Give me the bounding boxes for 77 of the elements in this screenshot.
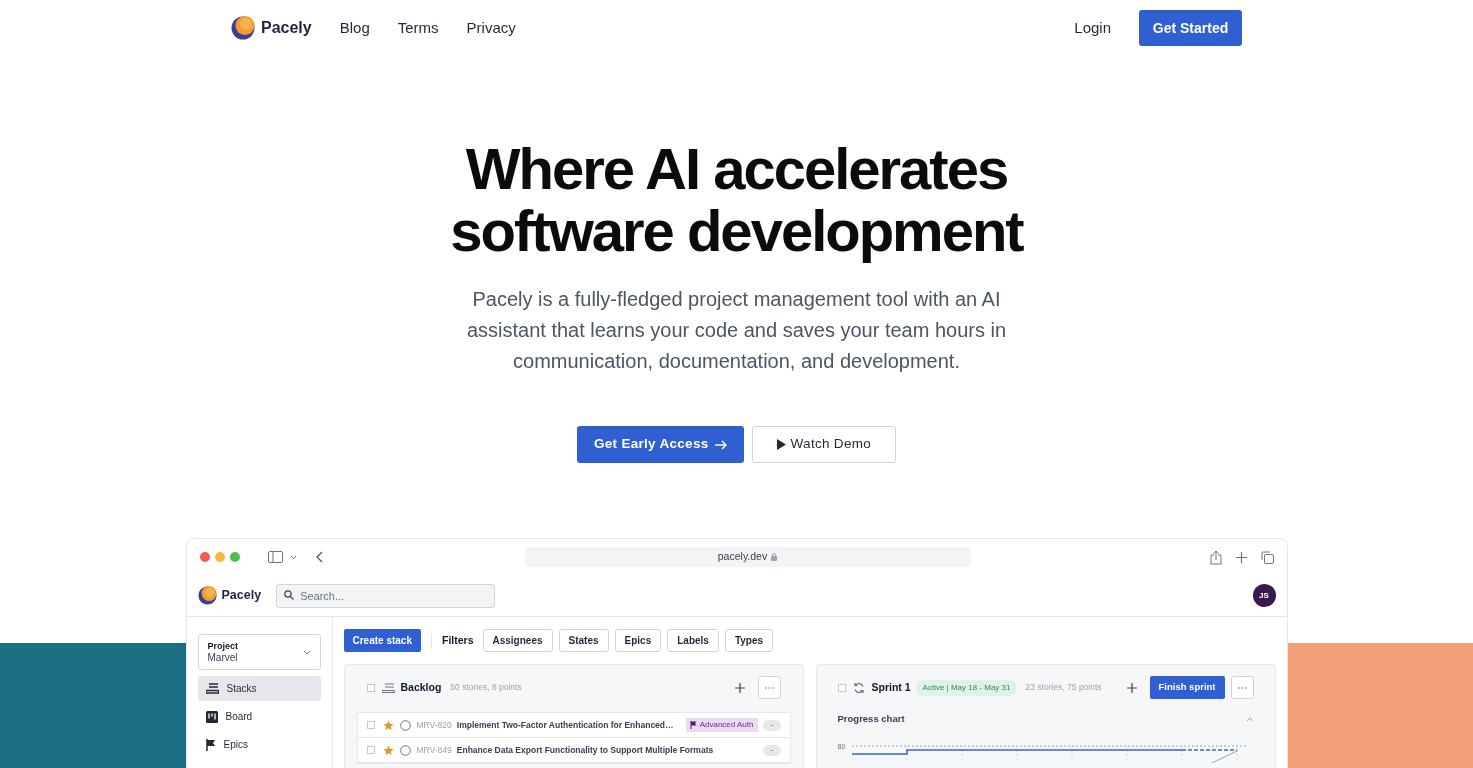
play-icon	[776, 439, 786, 450]
back-icon[interactable]	[315, 551, 323, 563]
filter-button[interactable]: Epics	[614, 629, 662, 652]
flag-icon	[689, 721, 697, 729]
star-icon[interactable]	[382, 744, 394, 756]
status-circle-icon[interactable]	[399, 719, 411, 731]
ellipsis-icon	[764, 686, 774, 689]
nav-link[interactable]: Privacy	[466, 16, 516, 40]
stack-icon	[381, 682, 395, 693]
early-access-button[interactable]: Get Early Access	[576, 426, 744, 463]
lock-icon	[771, 553, 778, 561]
login-link[interactable]: Login	[1074, 16, 1111, 40]
sidebar-item[interactable]: Stacks	[197, 676, 321, 701]
nav-link[interactable]: Terms	[397, 16, 439, 40]
tabs-icon[interactable]	[1260, 550, 1274, 564]
project-name: Marvel	[207, 651, 239, 664]
filter-button[interactable]: Types	[724, 629, 774, 652]
address-bar[interactable]: pacely.dev	[524, 547, 971, 567]
more-button[interactable]	[1230, 676, 1254, 699]
story-title: Enhance Data Export Functionality to Support Multiple Formats	[456, 743, 714, 757]
checkbox[interactable]	[366, 721, 375, 729]
flag-icon	[205, 738, 216, 751]
avatar[interactable]: JS	[1252, 584, 1276, 607]
star-icon[interactable]	[382, 719, 394, 731]
refresh-icon	[852, 681, 865, 694]
story-title: Implement Two-Factor Authentication for Enhanced…	[456, 718, 674, 732]
backlog-meta: 50 stories, 8 points	[450, 681, 522, 694]
sprint-meta: 23 stories, 75 points	[1025, 681, 1102, 694]
story-id: MRV-849	[416, 743, 452, 757]
plus-icon[interactable]	[1126, 682, 1137, 693]
create-stack-button[interactable]: Create stack	[343, 629, 421, 652]
hero-title: Where AI accelerates software development	[449, 138, 1025, 262]
story-id: MRV-820	[416, 718, 452, 732]
watch-demo-button[interactable]: Watch Demo	[751, 426, 897, 463]
plus-icon[interactable]	[1235, 551, 1247, 563]
plus-icon[interactable]	[734, 682, 745, 693]
get-started-button[interactable]: Get Started	[1139, 10, 1242, 46]
logo-icon	[231, 16, 255, 40]
sidebar-item[interactable]: Board	[197, 704, 321, 729]
filter-button[interactable]: Assignees	[482, 629, 553, 652]
estimate-pill[interactable]: -	[762, 719, 781, 731]
hero-subtitle: Pacely is a fully-fledged project management tool with an AI assistant that learns your code and saves your team hours in communication, documentation, and development.	[465, 287, 1008, 374]
arrow-right-icon	[714, 439, 727, 450]
filter-button[interactable]: Labels	[667, 629, 719, 652]
checkbox[interactable]	[366, 746, 375, 754]
ellipsis-icon	[1237, 686, 1247, 689]
checkbox[interactable]	[366, 683, 375, 692]
brand-name: Pacely	[261, 18, 312, 38]
sidebar-item[interactable]: Epics	[197, 732, 321, 757]
epic-tag: Advanced Auth	[685, 718, 758, 732]
share-icon[interactable]	[1209, 549, 1222, 565]
story-row[interactable]: MRV-820 Implement Two-Factor Authentication for Enhanced… Advanced Auth -	[357, 713, 790, 738]
project-label: Project	[207, 640, 239, 652]
finish-sprint-button[interactable]: Finish sprint	[1149, 676, 1225, 699]
search-field[interactable]: Search...	[276, 584, 496, 608]
status-circle-icon[interactable]	[399, 744, 411, 756]
chevron-down-icon	[302, 649, 311, 655]
estimate-pill[interactable]: -	[762, 744, 781, 756]
more-button[interactable]	[757, 676, 781, 699]
sprint-status-badge: Active | May 18 - May 31	[915, 679, 1018, 696]
board-icon	[205, 710, 218, 723]
checkbox[interactable]	[837, 683, 846, 692]
brand-name: Pacely	[221, 587, 262, 605]
stack-icon	[205, 683, 219, 694]
filters-label: Filters	[442, 632, 474, 648]
nav-link[interactable]: Blog	[339, 16, 370, 40]
search-icon	[284, 590, 295, 600]
sidebar-icon[interactable]	[267, 551, 283, 563]
project-select[interactable]: Project Marvel	[197, 634, 321, 670]
logo-icon	[197, 586, 217, 605]
filter-button[interactable]: States	[558, 629, 609, 652]
sprint-title: Sprint 1	[871, 679, 911, 695]
chart-title: Progress chart	[837, 712, 905, 726]
chevron-up-icon[interactable]	[1245, 716, 1254, 722]
backlog-title: Backlog	[400, 679, 442, 695]
story-row[interactable]: MRV-849 Enhance Data Export Functionality to Support Multiple Formats -	[357, 738, 790, 763]
chevron-down-icon[interactable]	[289, 554, 297, 560]
